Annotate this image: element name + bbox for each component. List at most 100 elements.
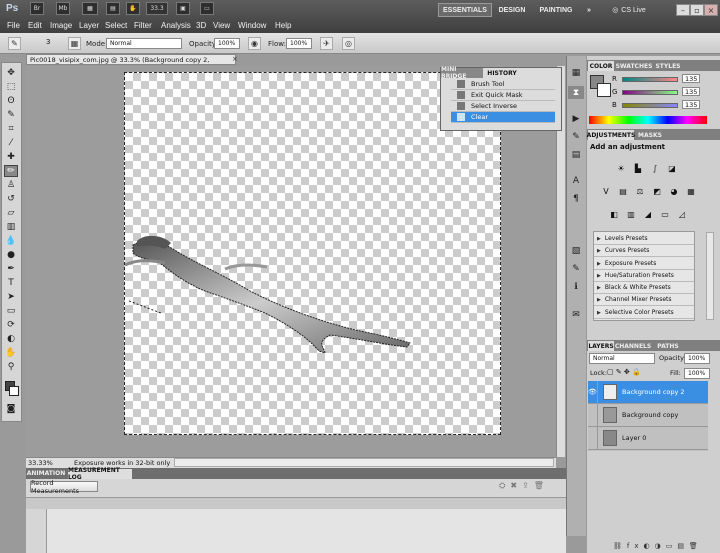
history-item-selected[interactable]: Clear: [451, 112, 555, 123]
history-brush-tool-icon[interactable]: ↺: [4, 193, 18, 205]
blur-tool-icon[interactable]: 💧: [4, 235, 18, 247]
paths-mini-icon[interactable]: ✎: [568, 262, 584, 275]
character-icon[interactable]: A: [568, 174, 584, 187]
notes-icon[interactable]: ✉: [568, 308, 584, 321]
menu-view[interactable]: View: [213, 19, 230, 32]
document-close-icon[interactable]: ×: [232, 55, 238, 63]
workspace-essentials[interactable]: ESSENTIALS: [438, 3, 492, 17]
fill-input[interactable]: 100%: [684, 368, 710, 379]
measurement-log-icons[interactable]: ⛭✖⇪🗑: [499, 481, 549, 491]
menu-help[interactable]: Help: [275, 19, 291, 32]
visibility-toggle[interactable]: [588, 403, 598, 427]
zoom-level-field[interactable]: 33.3: [146, 2, 168, 15]
history-item[interactable]: Exit Quick Mask: [451, 90, 555, 101]
healing-tool-icon[interactable]: ✚: [4, 151, 18, 163]
menu-layer[interactable]: Layer: [79, 19, 99, 32]
background-color-swatch[interactable]: [9, 386, 19, 396]
black-white-icon[interactable]: ◩: [651, 186, 663, 197]
red-slider[interactable]: [622, 77, 678, 82]
move-tool-icon[interactable]: ✥: [4, 67, 18, 79]
tab-swatches[interactable]: SWATCHES: [616, 61, 653, 71]
preset-hue-saturation[interactable]: Hue/Saturation Presets: [594, 270, 694, 282]
tab-measurement-log[interactable]: MEASUREMENT LOG: [68, 467, 132, 481]
green-slider[interactable]: [622, 90, 678, 95]
dodge-tool-icon[interactable]: ●: [4, 249, 18, 261]
green-value[interactable]: 135: [682, 87, 700, 96]
preset-channel-mixer[interactable]: Channel Mixer Presets: [594, 294, 694, 306]
3d-orbit-tool-icon[interactable]: ◐: [4, 333, 18, 345]
airbrush-icon[interactable]: ✈: [320, 37, 333, 50]
exposure-icon[interactable]: ◪: [666, 163, 678, 174]
eyedropper-tool-icon[interactable]: ⁄: [4, 137, 18, 149]
cs-live-menu[interactable]: ◎ CS Live: [604, 3, 654, 17]
hand-icon[interactable]: ✋: [126, 2, 140, 15]
quick-mask-icon[interactable]: ◙: [4, 403, 18, 415]
restore-button[interactable]: ▫: [690, 4, 704, 16]
layer-row[interactable]: 👁 Background copy 2: [588, 380, 708, 404]
more-workspaces[interactable]: »: [580, 3, 598, 17]
posterize-icon[interactable]: ▥: [625, 209, 637, 220]
brush-panel-icon[interactable]: ▦: [68, 37, 81, 50]
lock-icons[interactable]: ▢ ✎ ✥ 🔒: [607, 368, 641, 376]
preset-black-white[interactable]: Black & White Presets: [594, 282, 694, 294]
marquee-tool-icon[interactable]: ⬚: [4, 81, 18, 93]
preset-levels[interactable]: Levels Presets: [594, 233, 694, 245]
brush-preset-icon[interactable]: ✎: [8, 37, 21, 50]
pen-tool-icon[interactable]: ✒: [4, 263, 18, 275]
tab-channels[interactable]: CHANNELS: [615, 341, 651, 351]
tab-layers[interactable]: LAYERS: [588, 341, 614, 351]
brightness-icon[interactable]: ☀: [615, 163, 627, 174]
tab-color[interactable]: COLOR: [588, 61, 614, 71]
pressure-opacity-icon[interactable]: ◉: [248, 37, 261, 50]
tool-presets-icon[interactable]: ✎: [568, 130, 584, 143]
grid-icon[interactable]: ▤: [106, 2, 120, 15]
crop-tool-icon[interactable]: ⌗: [4, 123, 18, 135]
record-measurements-button[interactable]: Record Measurements: [30, 479, 98, 495]
mini-bridge-icon[interactable]: ▦: [568, 66, 584, 79]
tab-animation[interactable]: ANIMATION: [26, 468, 66, 478]
extras-button[interactable]: ▦: [82, 2, 98, 15]
info-icon[interactable]: ℹ: [568, 280, 584, 293]
mode-select[interactable]: Normal: [106, 38, 182, 49]
history-item[interactable]: Brush Tool: [451, 79, 555, 90]
visibility-eye-icon[interactable]: 👁: [588, 380, 598, 404]
brush-panel-icon[interactable]: ▤: [568, 148, 584, 161]
clone-stamp-tool-icon[interactable]: ♙: [4, 179, 18, 191]
opacity-input[interactable]: 100%: [214, 38, 240, 49]
layer-opacity-input[interactable]: 100%: [684, 353, 710, 364]
tab-paths[interactable]: PATHS: [654, 341, 682, 351]
mini-bridge-button[interactable]: Mb: [56, 2, 70, 15]
tab-history[interactable]: HISTORY: [485, 68, 519, 78]
arrange-documents-icon[interactable]: ▣: [176, 2, 190, 15]
workspace-painting[interactable]: PAINTING: [536, 3, 576, 17]
brush-tool-icon[interactable]: ✏: [4, 165, 18, 177]
pressure-size-icon[interactable]: ◎: [342, 37, 355, 50]
path-select-tool-icon[interactable]: ➤: [4, 291, 18, 303]
shape-tool-icon[interactable]: ▭: [4, 305, 18, 317]
history-item[interactable]: Select Inverse: [451, 101, 555, 112]
document-tab[interactable]: Pic0018_visipix_com.jpg @ 33.3% (Backgro…: [26, 54, 236, 74]
selective-color-icon[interactable]: ◿: [676, 209, 688, 220]
channel-mixer-icon[interactable]: ▦: [685, 186, 697, 197]
layer-row[interactable]: Layer 0: [588, 426, 708, 450]
tab-masks[interactable]: MASKS: [636, 130, 664, 140]
brush-size-label[interactable]: 3: [46, 38, 50, 46]
preset-curves[interactable]: Curves Presets: [594, 245, 694, 257]
actions-icon[interactable]: ▶: [568, 112, 584, 125]
hand-tool-icon[interactable]: ✋: [4, 347, 18, 359]
lasso-tool-icon[interactable]: ʘ: [4, 95, 18, 107]
curves-icon[interactable]: ∫: [649, 163, 661, 174]
workspace-design[interactable]: DESIGN: [496, 3, 528, 17]
zoom-status[interactable]: 33.33%: [28, 459, 53, 467]
tab-adjustments[interactable]: ADJUSTMENTS: [587, 130, 635, 140]
channels-mini-icon[interactable]: ▧: [568, 244, 584, 257]
screen-mode-icon[interactable]: ▭: [200, 2, 214, 15]
blue-value[interactable]: 135: [682, 100, 700, 109]
tab-styles[interactable]: STYLES: [654, 61, 682, 71]
layer-footer-icons[interactable]: ⛓fx◐◑▭▤🗑: [613, 542, 703, 550]
presets-scrollbar[interactable]: [706, 232, 714, 320]
horizontal-scrollbar[interactable]: [174, 458, 554, 467]
blend-mode-select[interactable]: Normal: [589, 353, 655, 364]
preset-selective-color[interactable]: Selective Color Presets: [594, 307, 694, 319]
color-spectrum-bar[interactable]: [589, 116, 707, 124]
